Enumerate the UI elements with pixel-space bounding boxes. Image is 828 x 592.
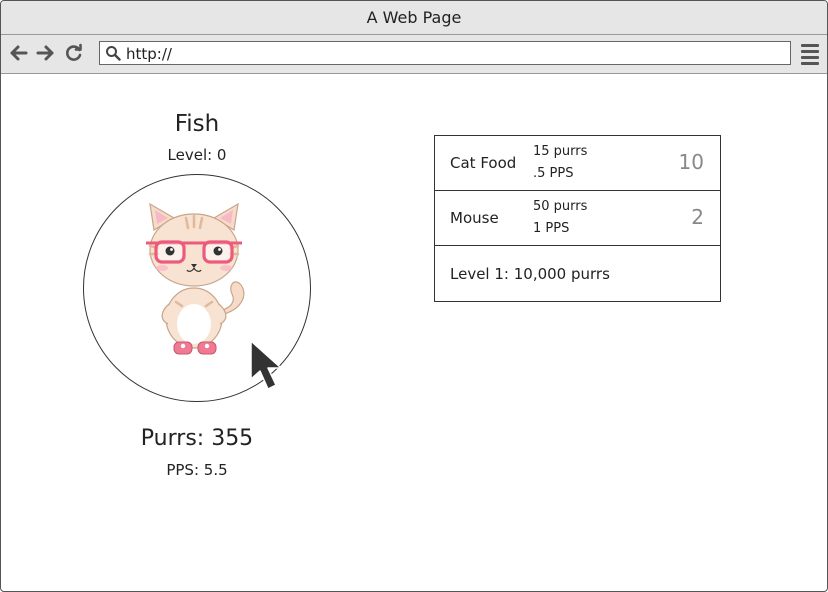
back-arrow-icon[interactable] [9,43,29,63]
mouse-cursor-icon [250,340,282,390]
browser-toolbar: http:// [1,35,827,74]
menu-icon[interactable] [801,44,819,65]
shop-item-label: Cat Food [450,154,517,172]
shop-item-label: Mouse [450,209,499,227]
shop-item-cat-food[interactable]: Cat Food 15 purrs .5 PPS 10 [435,136,720,191]
level-upgrade-label: Level 1: 10,000 purrs [450,265,610,283]
forward-arrow-icon[interactable] [35,43,55,63]
shop-item-count: 2 [691,205,704,229]
window-title: A Web Page [1,1,827,35]
pet-name: Fish [174,111,220,137]
purrs-counter: Purrs: 355 [140,426,254,451]
browser-window: A Web Page http:// Fish Level: 0 Purrs: … [0,0,828,592]
shop-item-cost: 50 purrs [533,199,588,214]
level-upgrade-row[interactable]: Level 1: 10,000 purrs [435,247,720,301]
shop-panel: Cat Food 15 purrs .5 PPS 10 Mouse 50 pur… [434,135,721,302]
pps-counter: PPS: 5.5 [166,461,228,479]
shop-item-cost: 15 purrs [533,144,588,159]
shop-item-mouse[interactable]: Mouse 50 purrs 1 PPS 2 [435,191,720,246]
address-text: http:// [126,45,172,63]
address-bar[interactable]: http:// [99,41,791,65]
shop-item-rate: 1 PPS [533,221,570,236]
cat-image [146,202,245,355]
reload-icon[interactable] [64,43,84,63]
pet-level: Level: 0 [167,146,227,164]
search-icon [106,46,121,61]
shop-item-rate: .5 PPS [533,166,574,181]
shop-item-count: 10 [678,150,704,174]
